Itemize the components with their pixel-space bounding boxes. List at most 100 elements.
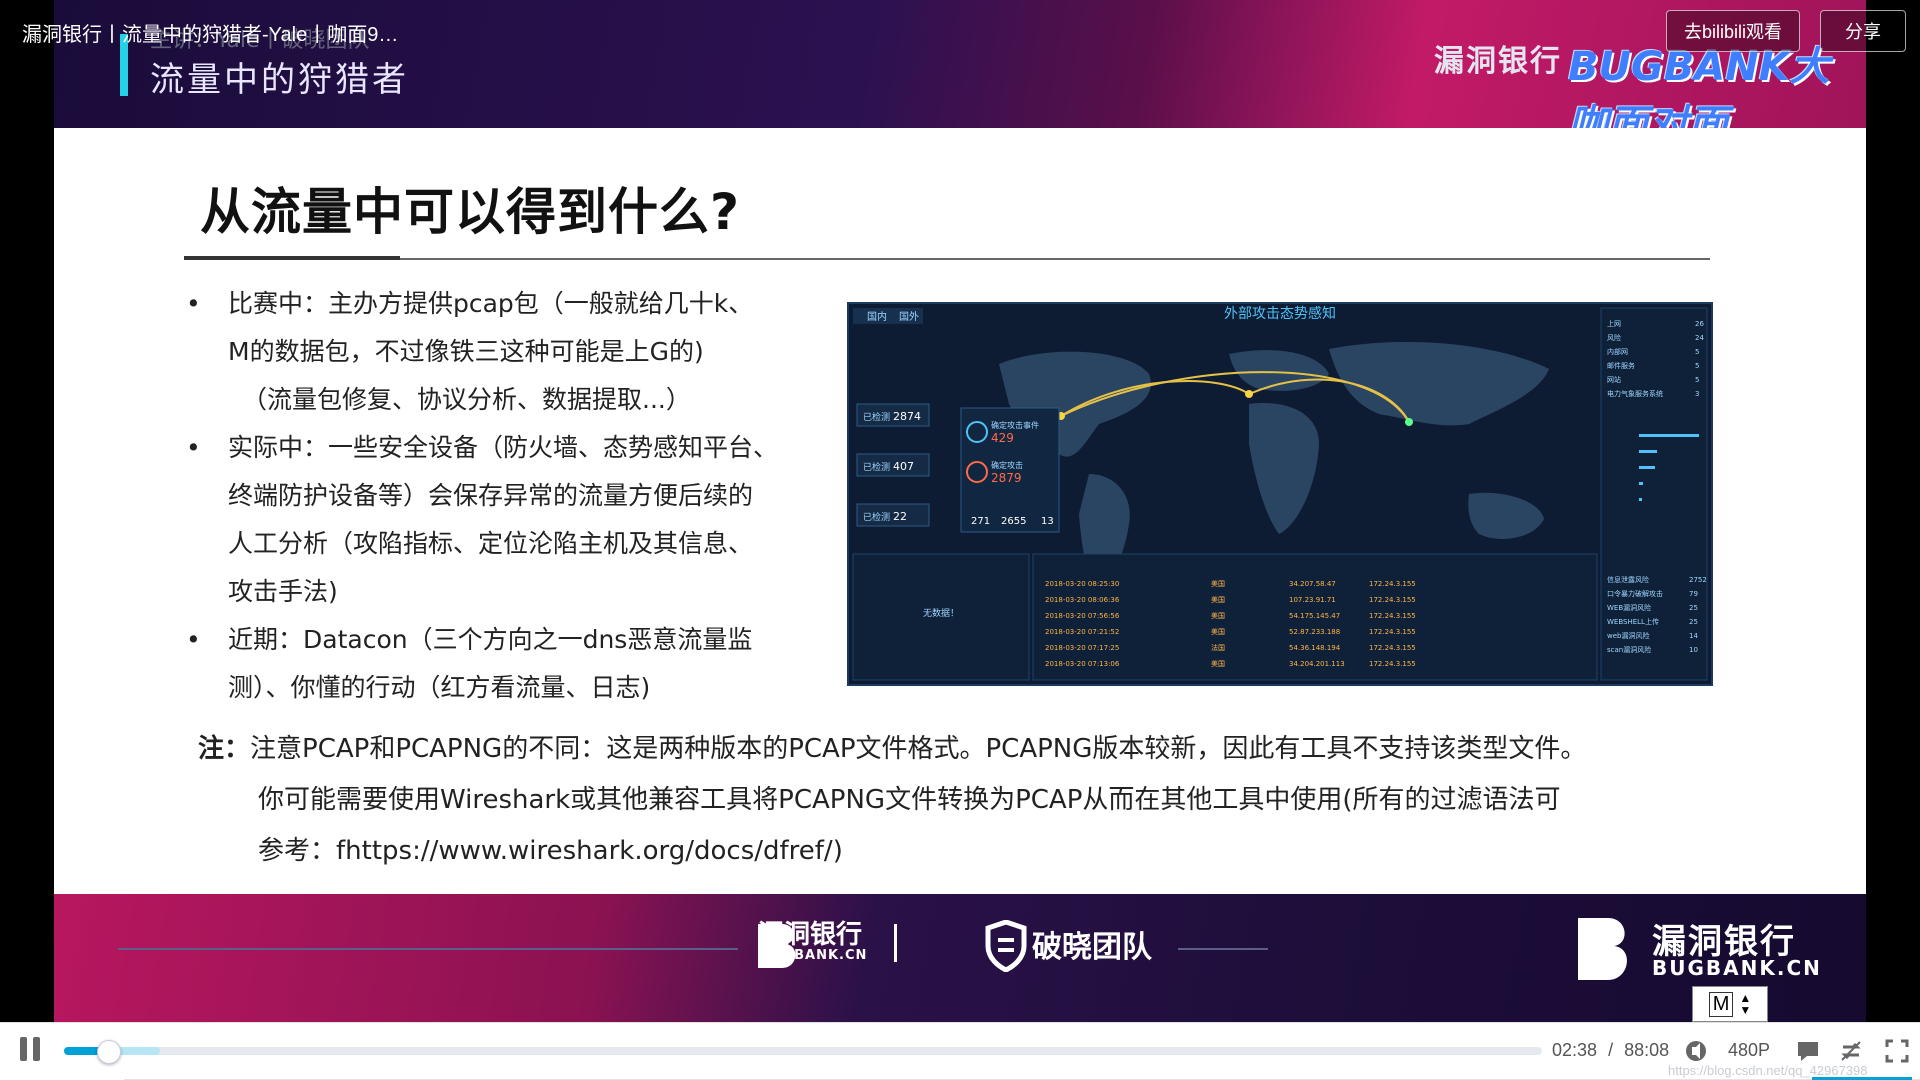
loop-icon[interactable] — [1838, 1038, 1864, 1064]
bullet-line: 近期：Datacon（三个方向之一dns恶意流量监 — [228, 625, 753, 654]
right-item-count: 3 — [1695, 390, 1699, 398]
updown-arrow-icon: ▲ ▼ — [1739, 991, 1752, 1017]
progress-handle[interactable] — [97, 1040, 122, 1064]
bullet-item: • 近期：Datacon（三个方向之一dns恶意流量监 测）、你懂的行动（红方看… — [186, 616, 886, 712]
fullscreen-icon[interactable] — [1884, 1038, 1910, 1064]
danmaku-icon[interactable] — [1795, 1038, 1821, 1064]
bullet-line: 终端防护设备等）会保存异常的流量方便后续的 — [228, 481, 754, 510]
talk-title: 流量中的狩猎者 — [150, 60, 409, 100]
right-item-count: 25 — [1689, 618, 1698, 626]
resolution-selector[interactable]: M ▲ ▼ — [1692, 986, 1768, 1022]
control-bar: 02:38 / 88:08 480P https://blog.csdn.net… — [0, 1022, 1920, 1080]
progress-bar[interactable] — [64, 1040, 1542, 1064]
slide-title: 从流量中可以得到什么? — [200, 183, 741, 241]
title-divider — [184, 258, 1710, 260]
right-item-count: 5 — [1695, 376, 1699, 384]
row-country: 美国 — [1211, 611, 1225, 620]
row-ip: 54.36.148.194 — [1289, 644, 1341, 652]
row-dst: 172.24.3.155 — [1369, 596, 1416, 604]
footer-line — [1178, 948, 1268, 950]
goto-bilibili-button[interactable]: 去bilibili观看 — [1666, 10, 1800, 52]
time-display: 02:38 / 88:08 — [1552, 1040, 1669, 1061]
row-dst: 172.24.3.155 — [1369, 628, 1416, 636]
bullet-line: 测）、你懂的行动（红方看流量、日志) — [228, 673, 651, 702]
note-line: 你可能需要使用Wireshark或其他兼容工具将PCAPNG文件转换为PCAP从… — [258, 785, 1561, 815]
bullet-item: • 比赛中：主办方提供pcap包（一般就给几十k、 M的数据包，不过像铁三这种可… — [186, 280, 886, 424]
map-point — [1245, 390, 1253, 398]
alert-label: 确定攻击 — [991, 460, 1023, 470]
row-country: 美国 — [1211, 595, 1225, 604]
right-item-count: 5 — [1695, 348, 1699, 356]
slide: 从流量中可以得到什么? • 比赛中：主办方提供pcap包（一般就给几十k、 M的… — [54, 128, 1866, 894]
right-item-name: 上网 — [1607, 319, 1621, 328]
bullet-line: 实际中：一些安全设备（防火墙、态势感知平台、 — [228, 433, 779, 462]
right-item-name: WEBSHELL上传 — [1607, 617, 1659, 626]
shield-icon — [985, 920, 1027, 972]
stat-value: 407 — [893, 460, 914, 473]
row-country: 法国 — [1211, 643, 1225, 652]
row-country: 美国 — [1211, 659, 1225, 668]
stat-value: 22 — [893, 510, 907, 523]
footer-brand-cn: 漏洞银行 — [758, 920, 863, 950]
right-item-count: 25 — [1689, 604, 1698, 612]
summary-value: 271 — [971, 516, 990, 527]
row-time: 2018-03-20 07:21:52 — [1045, 628, 1119, 636]
bullet-line: （流量包修复、协议分析、数据提取...） — [242, 385, 691, 414]
attack-table: 2018-03-20 08:25:30 2018-03-20 08:06:36 … — [1032, 553, 1598, 681]
dash-tab: 国外 — [899, 311, 919, 323]
row-dst: 172.24.3.155 — [1369, 580, 1416, 588]
pause-icon — [20, 1037, 27, 1061]
footer-divider — [894, 924, 897, 962]
stat-value: 2874 — [893, 410, 921, 423]
row-time: 2018-03-20 07:56:56 — [1045, 612, 1120, 620]
right-item-name: 网站 — [1607, 375, 1621, 384]
row-ip: 34.204.201.113 — [1289, 660, 1345, 668]
row-ip: 34.207.58.47 — [1289, 580, 1336, 588]
resolution-badge: M — [1708, 991, 1734, 1017]
footer-line — [118, 948, 738, 950]
bullet-line: 比赛中：主办方提供pcap包（一般就给几十k、 — [228, 289, 754, 318]
no-data-label: 无数据！ — [923, 607, 959, 619]
footer-brand-en-large: BUGBANK.CN — [1652, 956, 1822, 980]
right-item-name: web漏洞风险 — [1607, 631, 1649, 640]
row-country: 美国 — [1211, 579, 1225, 588]
left-stats: 已检测 2874 已检测 407 已检测 22 — [856, 403, 930, 527]
share-button[interactable]: 分享 — [1820, 10, 1906, 52]
bullet-line: 人工分析（攻陷指标、定位沦陷主机及其信息、 — [228, 529, 754, 558]
row-dst: 172.24.3.155 — [1369, 644, 1416, 652]
alert-label: 确定攻击事件 — [991, 420, 1039, 430]
right-item-count: 2752 — [1689, 576, 1707, 584]
note-line: 参考：fhttps://www.wireshark.org/docs/dfref… — [258, 836, 843, 866]
row-ip: 107.23.91.71 — [1289, 596, 1336, 604]
bugbank-logo-icon — [1578, 918, 1627, 980]
row-country: 美国 — [1211, 627, 1225, 636]
pause-icon — [33, 1037, 40, 1061]
row-time: 2018-03-20 08:25:30 — [1045, 580, 1119, 588]
summary-value: 13 — [1041, 516, 1054, 527]
time-separator: / — [1608, 1040, 1614, 1060]
row-time: 2018-03-20 08:06:36 — [1045, 596, 1120, 604]
alert-panel: 确定攻击事件 429 确定攻击 2879 271 2655 13 — [960, 407, 1060, 533]
right-item-count: 14 — [1689, 632, 1698, 640]
alert-value: 2879 — [991, 471, 1022, 485]
video-frame: 主讲：Yale丨破晓团队 流量中的狩猎者 漏洞银行 BUGBANK大咖面对面 从… — [54, 0, 1866, 1022]
right-item-name: 口令暴力破解攻击 — [1607, 589, 1663, 598]
pause-button[interactable] — [18, 1037, 44, 1063]
right-item-name: 电力气象服务系统 — [1607, 389, 1663, 398]
dashboard-graphic: 国内 国外 外部攻击态势感知 已检测 2874 已检测 407 已检测 22 确… — [849, 304, 1711, 684]
right-item-count: 5 — [1695, 362, 1699, 370]
right-item-name: scan漏洞风险 — [1607, 645, 1651, 654]
bullet-dot: • — [186, 433, 201, 462]
right-panel: 上网 26 风险 24 内部网 5 邮件服务 5 网站 5 电力气象服务系统 3 — [1600, 307, 1708, 681]
right-item-name: WEB漏洞风险 — [1607, 603, 1651, 612]
quality-button[interactable]: 480P — [1728, 1040, 1770, 1061]
footer-brand-en: BUGBANK.CN — [760, 948, 868, 963]
volume-icon[interactable] — [1683, 1038, 1709, 1064]
dash-tab: 国内 — [867, 310, 887, 323]
row-dst: 172.24.3.155 — [1369, 660, 1416, 668]
stat-label: 已检测 — [863, 511, 890, 523]
bullet-dot: • — [186, 289, 201, 318]
video-player[interactable]: 漏洞银行丨流量中的狩猎者-Yale丨咖面9… 去bilibili观看 分享 主讲… — [0, 0, 1920, 1022]
right-item-name: 信息泄露风险 — [1607, 575, 1649, 584]
bullet-item: • 实际中：一些安全设备（防火墙、态势感知平台、 终端防护设备等）会保存异常的流… — [186, 424, 886, 616]
